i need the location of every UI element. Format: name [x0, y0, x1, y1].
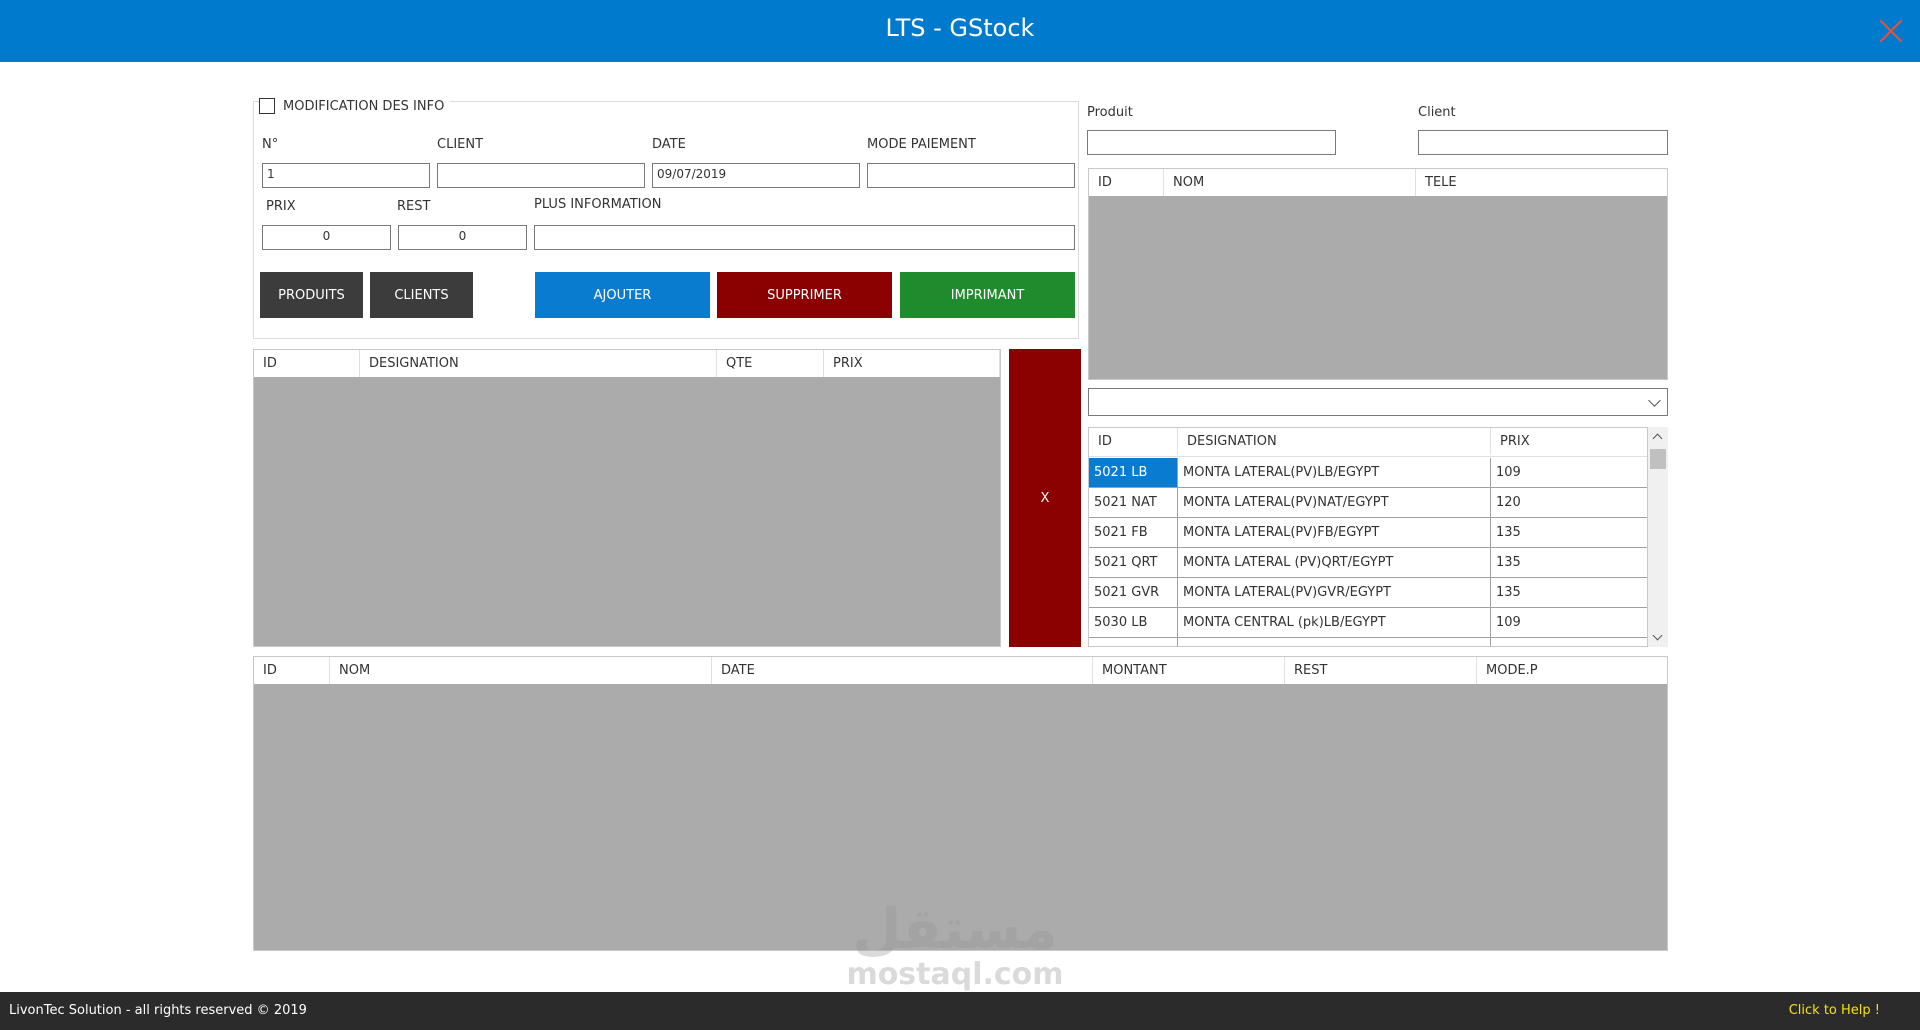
cart-col-designation[interactable]: DESIGNATION [360, 350, 717, 377]
date-label: DATE [652, 137, 686, 152]
product-row[interactable]: 5021 QRT MONTA LATERAL (PV)QRT/EGYPT 135 [1089, 548, 1647, 578]
client-col-id[interactable]: ID [1089, 169, 1164, 196]
product-cell-id[interactable] [1089, 638, 1178, 646]
product-cell-prix[interactable]: 120 [1491, 488, 1647, 517]
date-field[interactable]: 09/07/2019 [652, 163, 860, 188]
client-grid[interactable]: ID NOM TELE [1088, 168, 1668, 380]
client-col-tele[interactable]: TELE [1416, 169, 1667, 196]
client-search-label: Client [1418, 105, 1456, 120]
product-cell-prix[interactable]: 135 [1491, 518, 1647, 547]
product-row[interactable]: 5021 FB MONTA LATERAL(PV)FB/EGYPT 135 [1089, 518, 1647, 548]
remove-item-button[interactable]: X [1009, 349, 1081, 647]
sales-grid-header: ID NOM DATE MONTANT REST MODE.P [254, 657, 1667, 684]
product-cell-id[interactable]: 5021 NAT [1089, 488, 1178, 517]
plus-information-field[interactable] [534, 225, 1075, 250]
plus-information-label: PLUS INFORMATION [534, 197, 662, 212]
product-row[interactable]: 5021 GVR MONTA LATERAL(PV)GVR/EGYPT 135 [1089, 578, 1647, 608]
sales-col-montant[interactable]: MONTANT [1093, 657, 1285, 684]
product-cell-designation[interactable] [1178, 638, 1491, 646]
numero-field[interactable]: 1 [262, 163, 430, 188]
window-title: LTS - GStock [885, 14, 1035, 42]
product-row[interactable]: 5021 NAT MONTA LATERAL(PV)NAT/EGYPT 120 [1089, 488, 1647, 518]
client-col-nom[interactable]: NOM [1164, 169, 1416, 196]
produit-search-label: Produit [1087, 105, 1133, 120]
product-cell-id[interactable]: 5021 QRT [1089, 548, 1178, 577]
client-grid-header: ID NOM TELE [1089, 169, 1667, 196]
product-cell-id[interactable]: 5021 FB [1089, 518, 1178, 547]
sales-col-date[interactable]: DATE [712, 657, 1093, 684]
sales-col-id[interactable]: ID [254, 657, 330, 684]
client-field[interactable] [437, 163, 645, 188]
cart-grid-header: ID DESIGNATION QTE PRIX [254, 350, 1000, 377]
product-category-combo[interactable] [1088, 388, 1668, 416]
copyright-text: LivonTec Solution - all rights reserved … [9, 1003, 307, 1018]
watermark-logo: مستقل mostaql.com [830, 900, 1080, 990]
product-row[interactable] [1089, 638, 1647, 646]
product-cell-prix[interactable]: 109 [1491, 458, 1647, 487]
sales-col-nom[interactable]: NOM [330, 657, 712, 684]
product-row[interactable]: 5030 LB MONTA CENTRAL (pk)LB/EGYPT 109 [1089, 608, 1647, 638]
watermark-latin: mostaql.com [846, 957, 1064, 992]
clients-button[interactable]: CLIENTS [370, 272, 473, 318]
modification-checkbox-label: MODIFICATION DES INFO [283, 98, 445, 114]
produits-button[interactable]: PRODUITS [260, 272, 363, 318]
watermark-arabic: مستقل [852, 897, 1058, 962]
product-cell-designation[interactable]: MONTA LATERAL(PV)FB/EGYPT [1178, 518, 1491, 547]
mode-paiement-field[interactable] [867, 163, 1075, 188]
prix-label: PRIX [266, 199, 296, 214]
prix-field[interactable]: 0 [262, 225, 391, 250]
product-col-designation[interactable]: DESIGNATION [1178, 428, 1491, 455]
product-grid-header: ID DESIGNATION PRIX [1089, 428, 1647, 457]
modification-checkbox-wrapper[interactable]: MODIFICATION DES INFO [259, 96, 451, 116]
supprimer-button[interactable]: SUPPRIMER [717, 272, 892, 318]
product-cell-designation[interactable]: MONTA LATERAL (PV)QRT/EGYPT [1178, 548, 1491, 577]
product-cell-designation[interactable]: MONTA CENTRAL (pk)LB/EGYPT [1178, 608, 1491, 637]
scroll-up-icon[interactable] [1652, 433, 1663, 444]
product-cell-id[interactable]: 5030 LB [1089, 608, 1178, 637]
sales-col-mode-p[interactable]: MODE.P [1477, 657, 1667, 684]
client-search-input[interactable] [1418, 130, 1668, 155]
ajouter-button[interactable]: AJOUTER [535, 272, 710, 318]
mode-paiement-label: MODE PAIEMENT [867, 137, 976, 152]
scroll-thumb[interactable] [1650, 449, 1666, 469]
close-icon[interactable] [1878, 18, 1904, 44]
product-cell-id[interactable]: 5021 GVR [1089, 578, 1178, 607]
product-col-prix[interactable]: PRIX [1491, 428, 1647, 455]
cart-col-qte[interactable]: QTE [717, 350, 824, 377]
product-cell-prix[interactable]: 135 [1491, 578, 1647, 607]
product-row[interactable]: 5021 LB MONTA LATERAL(PV)LB/EGYPT 109 [1089, 458, 1647, 488]
product-col-id[interactable]: ID [1089, 428, 1178, 455]
imprimant-button[interactable]: IMPRIMANT [900, 272, 1075, 318]
title-bar: LTS - GStock [0, 0, 1920, 62]
product-cell-id[interactable]: 5021 LB [1089, 458, 1178, 487]
client-label: CLIENT [437, 137, 484, 152]
numero-label: N° [262, 137, 279, 152]
product-cell-prix[interactable]: 109 [1491, 608, 1647, 637]
cart-grid[interactable]: ID DESIGNATION QTE PRIX [253, 349, 1001, 647]
product-cell-prix[interactable]: 135 [1491, 548, 1647, 577]
chevron-down-icon[interactable] [1648, 394, 1661, 407]
help-link[interactable]: Click to Help ! [1789, 992, 1880, 1030]
modification-checkbox[interactable] [259, 98, 275, 114]
product-grid-scrollbar[interactable] [1648, 427, 1668, 647]
sales-col-rest[interactable]: REST [1285, 657, 1477, 684]
product-grid[interactable]: ID DESIGNATION PRIX 5021 LB MONTA LATERAL… [1088, 427, 1648, 647]
product-cell-designation[interactable]: MONTA LATERAL(PV)NAT/EGYPT [1178, 488, 1491, 517]
cart-col-prix[interactable]: PRIX [824, 350, 1000, 377]
produit-search-input[interactable] [1087, 130, 1336, 155]
status-footer: LivonTec Solution - all rights reserved … [0, 992, 1920, 1030]
product-cell-designation[interactable]: MONTA LATERAL(PV)LB/EGYPT [1178, 458, 1491, 487]
rest-field[interactable]: 0 [398, 225, 527, 250]
product-cell-prix[interactable] [1491, 638, 1647, 646]
rest-label: REST [397, 199, 431, 214]
product-cell-designation[interactable]: MONTA LATERAL(PV)GVR/EGYPT [1178, 578, 1491, 607]
cart-col-id[interactable]: ID [254, 350, 360, 377]
scroll-down-icon[interactable] [1652, 630, 1663, 641]
